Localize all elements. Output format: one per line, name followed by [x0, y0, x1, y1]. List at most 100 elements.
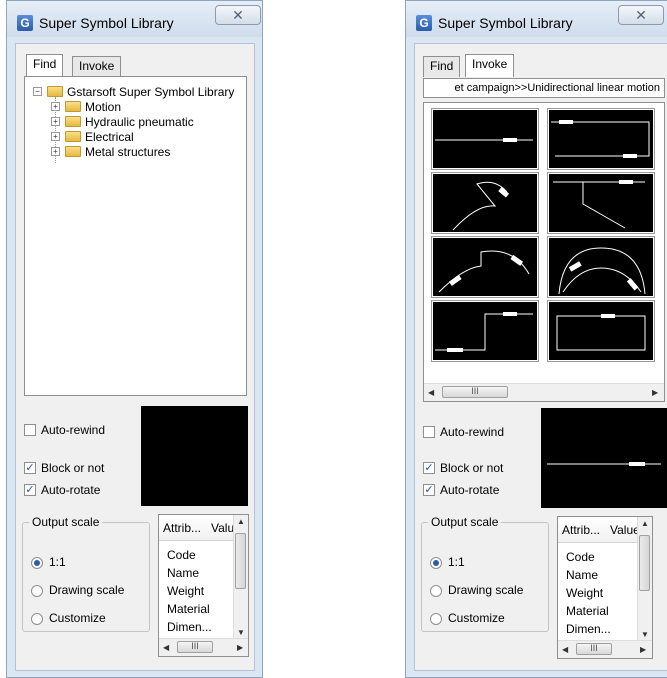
- expand-icon[interactable]: +: [51, 132, 60, 141]
- tree-item-label: Hydraulic pneumatic: [85, 115, 194, 129]
- checkbox-label: Auto-rotate: [41, 483, 101, 497]
- tree-item-label: Electrical: [85, 130, 134, 144]
- value-column-header[interactable]: Value: [211, 521, 235, 535]
- checkbox-box[interactable]: ✓: [423, 462, 435, 474]
- vertical-scrollbar[interactable]: ▲ ▼: [637, 517, 652, 641]
- expand-icon[interactable]: +: [51, 147, 60, 156]
- attribute-row[interactable]: Material: [167, 602, 210, 616]
- scroll-down-icon[interactable]: ▼: [641, 630, 649, 639]
- scroll-right-icon[interactable]: ▶: [237, 643, 243, 652]
- attribute-table[interactable]: Attrib... Value Code Name Weight Materia…: [557, 516, 653, 659]
- tab-invoke[interactable]: Invoke: [465, 54, 515, 77]
- attribute-table[interactable]: Attrib... Value Code Name Weight Materia…: [158, 514, 249, 657]
- horizontal-scrollbar[interactable]: ◀ III ▶: [558, 640, 652, 658]
- scroll-up-icon[interactable]: ▲: [641, 519, 649, 528]
- attribute-row[interactable]: Weight: [167, 584, 204, 598]
- radio-label: Customize: [448, 611, 505, 625]
- scroll-left-icon[interactable]: ◀: [428, 388, 434, 397]
- output-scale-label: Output scale: [29, 515, 103, 529]
- horizontal-scroll-thumb[interactable]: III: [177, 641, 213, 653]
- folder-open-icon: [47, 86, 63, 97]
- collapse-icon[interactable]: −: [33, 87, 42, 96]
- symbol-thumbnail[interactable]: [547, 236, 655, 298]
- symbol-thumbnail[interactable]: [431, 108, 539, 170]
- symbol-thumbnail[interactable]: [431, 172, 539, 234]
- close-button[interactable]: ✕: [618, 5, 664, 25]
- title-bar[interactable]: G Super Symbol Library ✕: [7, 1, 262, 37]
- attrib-column-header[interactable]: Attrib...: [163, 521, 201, 535]
- tree-item-label: Motion: [85, 100, 122, 114]
- radio-label: Drawing scale: [49, 583, 125, 597]
- horizontal-scrollbar[interactable]: ◀ III ▶: [424, 383, 664, 401]
- output-scale-group: Output scale 1:1 Drawing scale Customize: [22, 515, 150, 632]
- symbol-thumbnail[interactable]: [547, 108, 655, 170]
- symbol-thumbnail[interactable]: [431, 236, 539, 298]
- dialog-client: Find Invoke − Gstarsoft Super Symbol Lib…: [15, 43, 255, 671]
- radio-label: 1:1: [49, 555, 66, 569]
- vertical-scroll-thumb[interactable]: [639, 535, 650, 591]
- horizontal-scrollbar[interactable]: ◀ III ▶: [159, 638, 248, 656]
- symbol-thumbnail[interactable]: [431, 300, 539, 362]
- attribute-row[interactable]: Material: [566, 604, 609, 618]
- output-scale-label: Output scale: [428, 515, 502, 529]
- window-title: Super Symbol Library: [39, 15, 174, 31]
- checkbox-label: Auto-rewind: [440, 425, 505, 439]
- expand-icon[interactable]: +: [51, 102, 60, 111]
- symbol-preview: [141, 406, 248, 506]
- radio-customize[interactable]: [31, 613, 43, 625]
- expand-icon[interactable]: +: [51, 117, 60, 126]
- value-column-header[interactable]: Value: [610, 523, 638, 537]
- radio-label: Customize: [49, 611, 106, 625]
- radio-label: Drawing scale: [448, 583, 524, 597]
- scroll-right-icon[interactable]: ▶: [640, 645, 646, 654]
- radio-1-1[interactable]: [430, 557, 442, 569]
- category-path: et campaign>>Unidirectional linear motio…: [423, 78, 665, 98]
- scroll-up-icon[interactable]: ▲: [237, 517, 245, 526]
- checkbox-box[interactable]: ✓: [24, 484, 36, 496]
- scroll-left-icon[interactable]: ◀: [163, 643, 169, 652]
- symbol-library-window-find: G Super Symbol Library ✕ Find Invoke − G…: [6, 0, 263, 678]
- attribute-row[interactable]: Code: [167, 548, 196, 562]
- horizontal-scroll-thumb[interactable]: III: [442, 386, 508, 398]
- title-bar[interactable]: G Super Symbol Library ✕: [406, 1, 667, 37]
- radio-drawing-scale[interactable]: [430, 585, 442, 597]
- radio-customize[interactable]: [430, 613, 442, 625]
- attribute-row[interactable]: Dimen...: [167, 620, 212, 634]
- radio-drawing-scale[interactable]: [31, 585, 43, 597]
- folder-icon: [65, 146, 81, 157]
- tab-invoke[interactable]: Invoke: [72, 56, 122, 77]
- close-icon: ✕: [232, 7, 244, 23]
- app-icon: G: [17, 15, 33, 31]
- horizontal-scroll-thumb[interactable]: III: [576, 643, 612, 655]
- vertical-scroll-thumb[interactable]: [235, 533, 246, 589]
- attribute-row[interactable]: Name: [167, 566, 199, 580]
- attribute-row[interactable]: Weight: [566, 586, 603, 600]
- output-scale-group: Output scale 1:1 Drawing scale Customize: [421, 515, 549, 632]
- app-icon: G: [416, 15, 432, 31]
- attribute-row[interactable]: Dimen...: [566, 622, 611, 636]
- vertical-scrollbar[interactable]: ▲ ▼: [233, 515, 248, 639]
- checkbox-box[interactable]: ✓: [24, 462, 36, 474]
- scroll-down-icon[interactable]: ▼: [237, 628, 245, 637]
- dialog-client: Find Invoke et campaign>>Unidirectional …: [414, 43, 667, 671]
- radio-label: 1:1: [448, 555, 465, 569]
- symbol-thumbnail[interactable]: [547, 300, 655, 362]
- symbol-thumbnail[interactable]: [547, 172, 655, 234]
- checkbox-box[interactable]: [423, 426, 435, 438]
- scroll-right-icon[interactable]: ▶: [652, 388, 658, 397]
- symbol-tree-panel: − Gstarsoft Super Symbol Library + Motio…: [24, 76, 247, 396]
- checkbox-label: Auto-rotate: [440, 483, 500, 497]
- category-path-text: et campaign>>Unidirectional linear motio…: [454, 82, 660, 94]
- attribute-table-header: Attrib... Value: [558, 517, 639, 543]
- close-button[interactable]: ✕: [215, 5, 261, 25]
- checkbox-box[interactable]: ✓: [423, 484, 435, 496]
- tab-find[interactable]: Find: [26, 54, 64, 77]
- attrib-column-header[interactable]: Attrib...: [562, 523, 600, 537]
- attribute-row[interactable]: Name: [566, 568, 598, 582]
- attribute-row[interactable]: Code: [566, 550, 595, 564]
- tab-find[interactable]: Find: [423, 56, 461, 77]
- checkbox-box[interactable]: [24, 424, 36, 436]
- scroll-left-icon[interactable]: ◀: [562, 645, 568, 654]
- checkbox-label: Block or not: [41, 461, 105, 475]
- radio-1-1[interactable]: [31, 557, 43, 569]
